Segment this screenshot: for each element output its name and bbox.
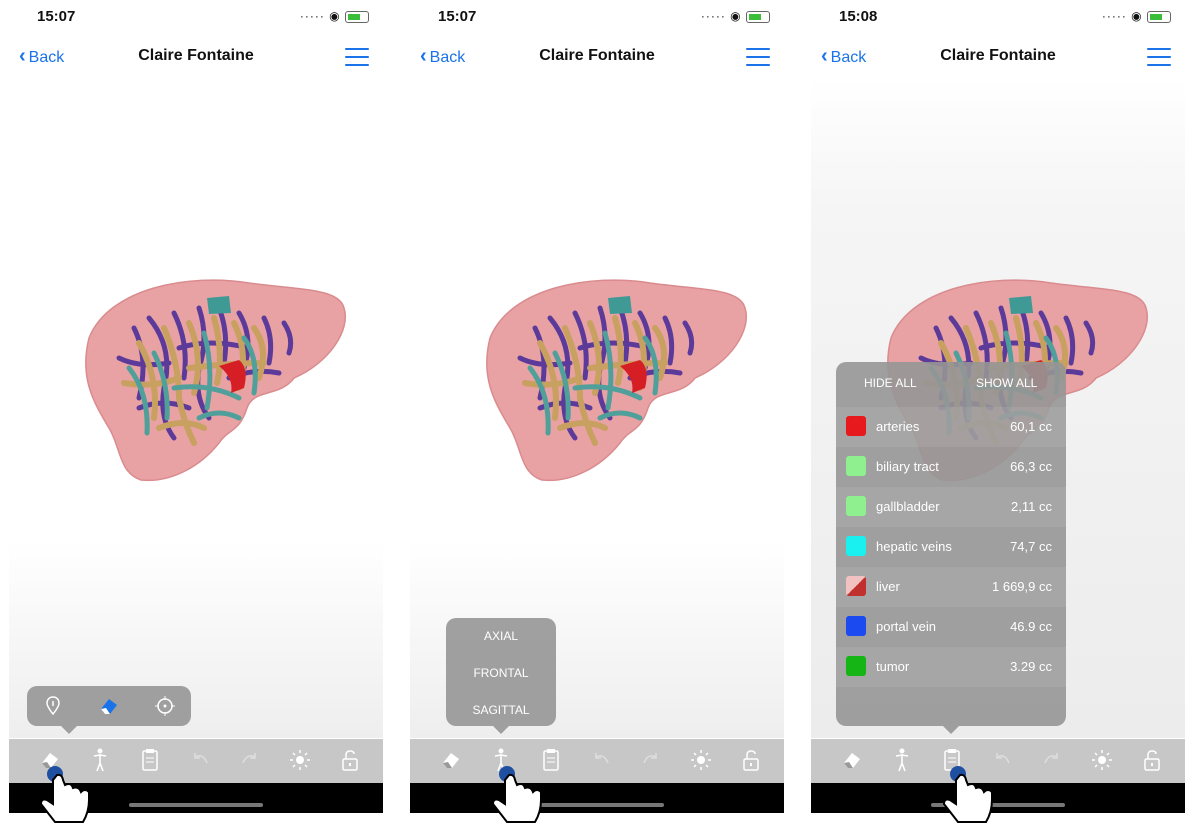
view-orientation-popup: AXIAL FRONTAL SAGITTAL (446, 618, 556, 734)
page-title: Claire Fontaine (539, 47, 655, 64)
liver-3d-model[interactable] (79, 268, 349, 488)
tap-hand-icon (491, 766, 542, 823)
status-icons: ····· ◉ (701, 9, 770, 23)
organ-volume: 46.9 cc (1010, 619, 1052, 634)
undo-icon[interactable] (588, 747, 614, 773)
signal-icon: ····· (299, 9, 325, 23)
status-time: 15:07 (37, 8, 76, 25)
color-swatch[interactable] (846, 616, 866, 636)
3d-viewer[interactable] (9, 78, 383, 738)
tap-hand-icon (39, 766, 90, 823)
frontal-option[interactable]: FRONTAL (446, 666, 556, 680)
organ-volume: 2,11 cc (1011, 499, 1052, 514)
body-icon[interactable] (889, 747, 915, 773)
unlock-icon[interactable] (1139, 747, 1165, 773)
phone-screen-1: 15:07 ····· ◉ ‹ Back Claire Fontaine (9, 0, 383, 828)
battery-icon (746, 10, 770, 23)
wifi-icon: ◉ (730, 9, 742, 23)
eraser-icon[interactable] (438, 747, 464, 773)
tool-popup (27, 686, 191, 734)
status-bar: 15:08 ····· ◉ (811, 0, 1185, 30)
organ-row-arteries[interactable]: arteries 60,1 cc (836, 407, 1066, 447)
nav-bar: ‹ Back Claire Fontaine (410, 36, 784, 76)
status-time: 15:08 (839, 8, 878, 25)
phone-screen-2: 15:07 ····· ◉ ‹ Back Claire Fontaine AXIA… (410, 0, 784, 828)
nav-bar: ‹ Back Claire Fontaine (811, 36, 1185, 76)
organ-row-gallbladder[interactable]: gallbladder 2,11 cc (836, 487, 1066, 527)
battery-icon (345, 10, 369, 23)
organ-volume: 3.29 cc (1010, 659, 1052, 674)
eraser-icon[interactable] (97, 694, 121, 718)
status-bar: 15:07 ····· ◉ (410, 0, 784, 30)
brightness-icon[interactable] (287, 747, 313, 773)
redo-icon[interactable] (638, 747, 664, 773)
crosshair-icon[interactable] (153, 694, 177, 718)
hamburger-menu-icon[interactable] (1147, 48, 1171, 66)
sagittal-option[interactable]: SAGITTAL (446, 703, 556, 717)
axial-option[interactable]: AXIAL (446, 629, 556, 643)
organ-volume: 1 669,9 cc (992, 579, 1052, 594)
organ-name: biliary tract (876, 459, 939, 474)
organ-name: arteries (876, 419, 920, 434)
organ-row-portal-vein[interactable]: portal vein 46.9 cc (836, 607, 1066, 647)
organ-name: portal vein (876, 619, 936, 634)
organ-volume: 66,3 cc (1010, 459, 1052, 474)
brightness-icon[interactable] (1089, 747, 1115, 773)
home-indicator (410, 783, 784, 813)
wifi-icon: ◉ (1131, 9, 1143, 23)
organ-list-popup: HIDE ALL SHOW ALL arteries 60,1 cc bilia… (836, 362, 1066, 734)
report-icon[interactable] (137, 747, 163, 773)
phone-screen-3: 15:08 ····· ◉ ‹ Back Claire Fontaine HIDE… (811, 0, 1185, 828)
color-swatch[interactable] (846, 496, 866, 516)
liver-3d-model[interactable] (480, 268, 750, 488)
undo-icon[interactable] (187, 747, 213, 773)
organ-volume: 74,7 cc (1010, 539, 1052, 554)
bottom-toolbar (410, 739, 784, 783)
wifi-icon: ◉ (329, 9, 341, 23)
pin-icon[interactable] (41, 694, 65, 718)
hamburger-menu-icon[interactable] (746, 48, 770, 66)
organ-name: gallbladder (876, 499, 940, 514)
show-all-button[interactable]: SHOW ALL (976, 376, 1037, 390)
tap-hand-icon (942, 766, 993, 823)
organ-row-tumor[interactable]: tumor 3.29 cc (836, 647, 1066, 687)
status-bar: 15:07 ····· ◉ (9, 0, 383, 30)
color-swatch[interactable] (846, 456, 866, 476)
color-swatch[interactable] (846, 416, 866, 436)
hide-all-button[interactable]: HIDE ALL (864, 376, 917, 390)
signal-icon: ····· (700, 9, 726, 23)
organ-row-biliary-tract[interactable]: biliary tract 66,3 cc (836, 447, 1066, 487)
unlock-icon[interactable] (738, 747, 764, 773)
redo-icon[interactable] (237, 747, 263, 773)
page-title: Claire Fontaine (138, 47, 254, 64)
organ-name: liver (876, 579, 900, 594)
brightness-icon[interactable] (688, 747, 714, 773)
status-time: 15:07 (438, 8, 477, 25)
status-icons: ····· ◉ (1102, 9, 1171, 23)
redo-icon[interactable] (1039, 747, 1065, 773)
color-swatch[interactable] (846, 656, 866, 676)
eraser-icon[interactable] (839, 747, 865, 773)
color-swatch[interactable] (846, 576, 866, 596)
hamburger-menu-icon[interactable] (345, 48, 369, 66)
page-title: Claire Fontaine (940, 47, 1056, 64)
organ-row-hepatic-veins[interactable]: hepatic veins 74,7 cc (836, 527, 1066, 567)
organ-name: hepatic veins (876, 539, 952, 554)
organ-volume: 60,1 cc (1010, 419, 1052, 434)
color-swatch[interactable] (846, 536, 866, 556)
battery-icon (1147, 10, 1171, 23)
organ-name: tumor (876, 659, 910, 674)
status-icons: ····· ◉ (300, 9, 369, 23)
signal-icon: ····· (1101, 9, 1127, 23)
nav-bar: ‹ Back Claire Fontaine (9, 36, 383, 76)
organ-row-liver[interactable]: liver 1 669,9 cc (836, 567, 1066, 607)
unlock-icon[interactable] (337, 747, 363, 773)
